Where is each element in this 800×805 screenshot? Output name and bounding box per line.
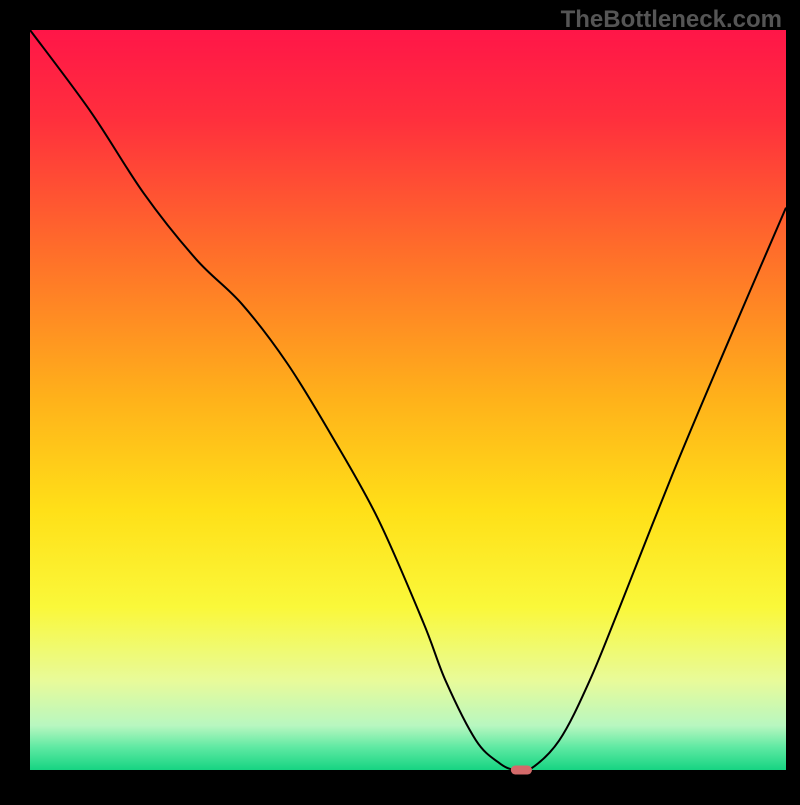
chart-svg [0, 0, 800, 800]
chart-plot-area [30, 30, 786, 770]
marker-optimal-point [511, 766, 532, 775]
bottleneck-chart [0, 0, 800, 800]
watermark-text: TheBottleneck.com [561, 6, 782, 34]
